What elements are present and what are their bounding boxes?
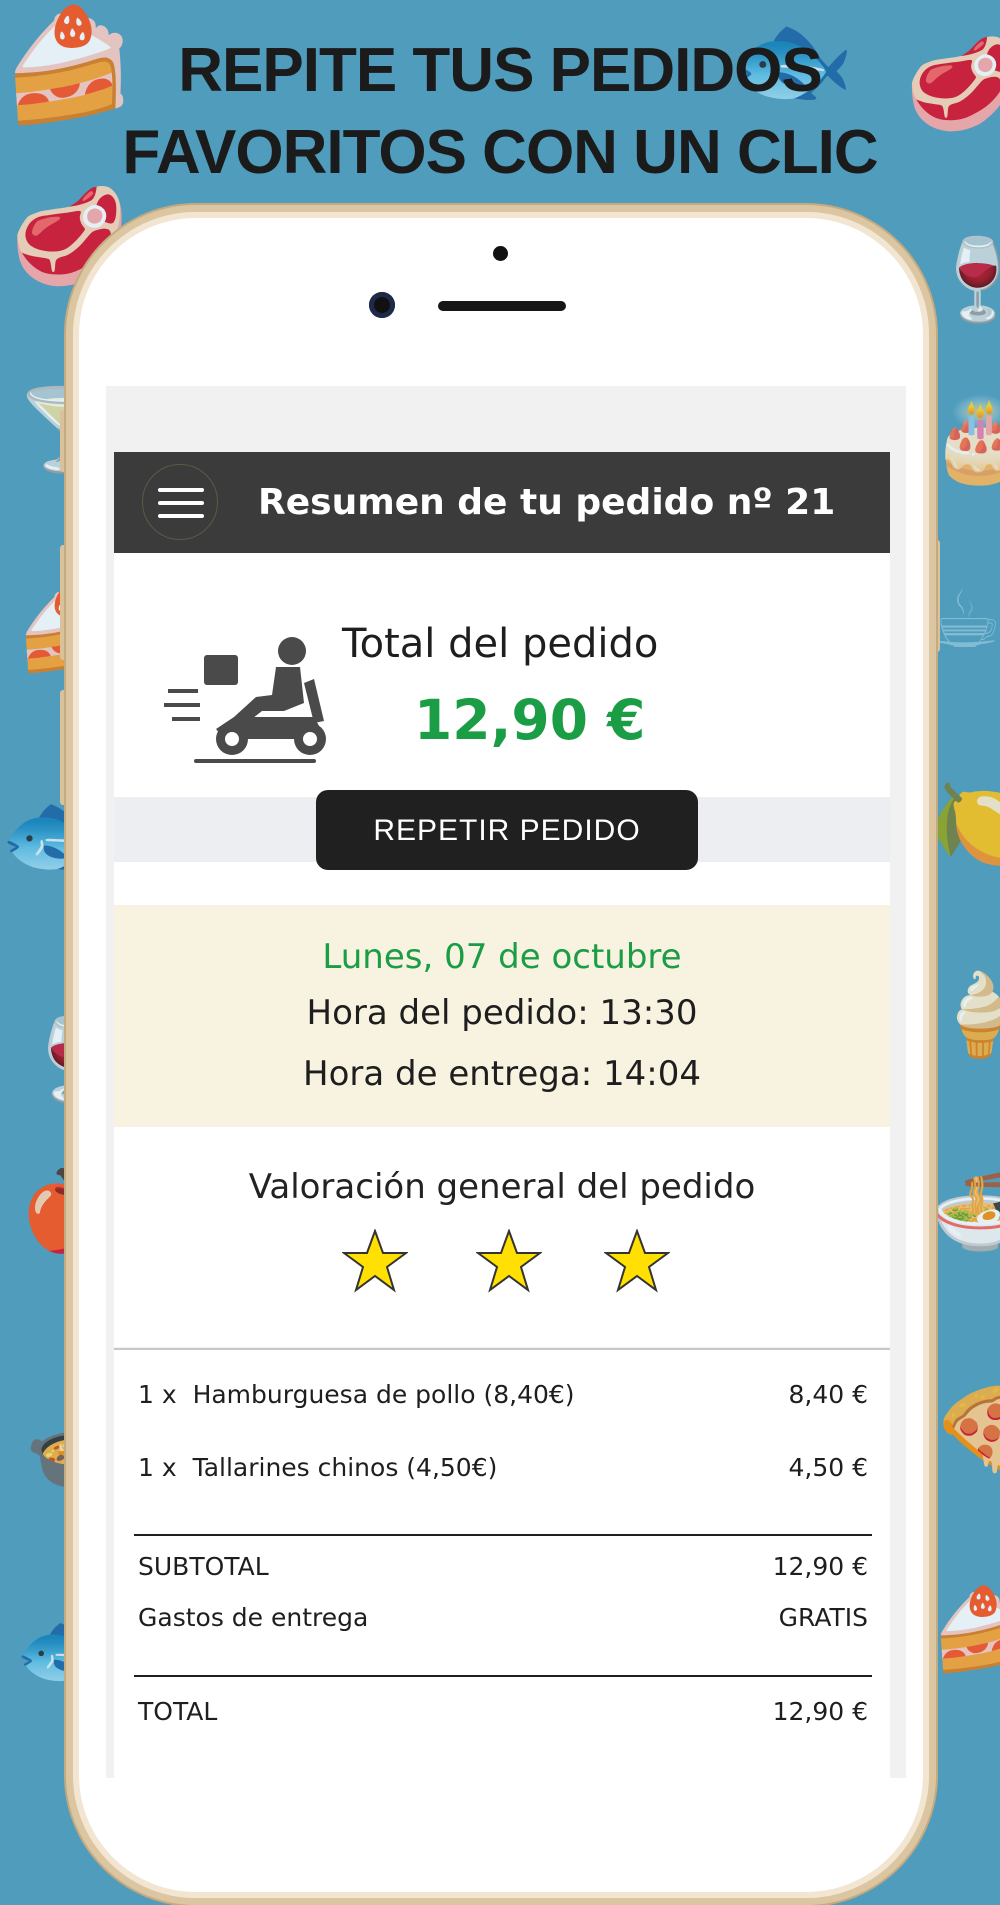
order-items: 1 x Hamburguesa de pollo (8,40€) 8,40 € …	[114, 1348, 890, 1778]
subtotal-value: 12,90 €	[772, 1552, 868, 1581]
total-amount: 12,90 €	[414, 688, 646, 752]
ice-cream-icon: 🍦	[930, 968, 1000, 1061]
headline-line-1: REPITE TUS PEDIDOS	[178, 36, 822, 105]
grand-total-value: 12,90 €	[772, 1697, 868, 1726]
rating-card: Valoración general del pedido	[114, 1127, 890, 1347]
repeat-order-button[interactable]: REPETIR PEDIDO	[316, 790, 698, 870]
star-icon[interactable]	[604, 1229, 670, 1293]
order-time: Hora del pedido: 13:30	[306, 993, 698, 1033]
grand-total-label: TOTAL	[138, 1697, 218, 1726]
headline-line-2: FAVORITOS CON UN CLIC	[122, 118, 878, 187]
star-icon[interactable]	[476, 1229, 542, 1293]
item-name: Hamburguesa de pollo (8,40€)	[192, 1380, 575, 1409]
subtotal-row: SUBTOTAL 12,90 €	[138, 1552, 868, 1581]
cake-slice-icon: 🍰	[930, 1583, 1000, 1676]
page-title: Resumen de tu pedido nº 21	[258, 482, 836, 523]
item-price: 4,50 €	[788, 1453, 868, 1482]
delivery-fee-row: Gastos de entrega GRATIS	[138, 1603, 868, 1632]
item-quantity: 1 x	[138, 1380, 177, 1409]
subtotal-label: SUBTOTAL	[138, 1552, 269, 1581]
order-schedule: Lunes, 07 de octubre Hora del pedido: 13…	[114, 905, 890, 1127]
promo-headline: REPITE TUS PEDIDOS FAVORITOS CON UN CLIC	[0, 30, 1000, 194]
pizza-icon: 🍕	[930, 1383, 1000, 1476]
rating-title: Valoración general del pedido	[248, 1167, 756, 1207]
coffee-cup-icon: ☕	[930, 573, 1000, 666]
proximity-sensor	[493, 246, 508, 261]
phone-screen: Resumen de tu pedido nº 21 Total del ped…	[106, 386, 906, 1778]
hamburger-menu-icon[interactable]	[142, 464, 218, 540]
divider	[134, 1534, 872, 1536]
divider	[134, 1675, 872, 1677]
total-row: TOTAL 12,90 €	[138, 1697, 868, 1726]
list-item: 1 x Hamburguesa de pollo (8,40€) 8,40 €	[138, 1380, 868, 1409]
noodle-bowl-icon: 🍜	[930, 1163, 1000, 1256]
order-total-card: Total del pedido 12,90 €	[114, 553, 890, 797]
item-price: 8,40 €	[788, 1380, 868, 1409]
delivery-scooter-icon	[164, 637, 326, 763]
item-name: Tallarines chinos (4,50€)	[192, 1453, 498, 1482]
star-icon[interactable]	[342, 1229, 408, 1293]
birthday-cake-icon: 🎂	[930, 393, 1000, 486]
earpiece-speaker	[438, 301, 566, 311]
app-header: Resumen de tu pedido nº 21	[114, 452, 890, 553]
delivery-time: Hora de entrega: 14:04	[303, 1054, 701, 1094]
wine-glasses-icon: 🍷	[928, 233, 1000, 326]
front-camera	[369, 292, 395, 318]
list-item: 1 x Tallarines chinos (4,50€) 4,50 €	[138, 1453, 868, 1482]
item-quantity: 1 x	[138, 1453, 177, 1482]
delivery-fee-label: Gastos de entrega	[138, 1603, 369, 1632]
total-label: Total del pedido	[342, 621, 659, 667]
delivery-fee-value: GRATIS	[778, 1603, 868, 1632]
order-date: Lunes, 07 de octubre	[322, 937, 682, 977]
citrus-slice-icon: 🍋	[930, 772, 1000, 877]
